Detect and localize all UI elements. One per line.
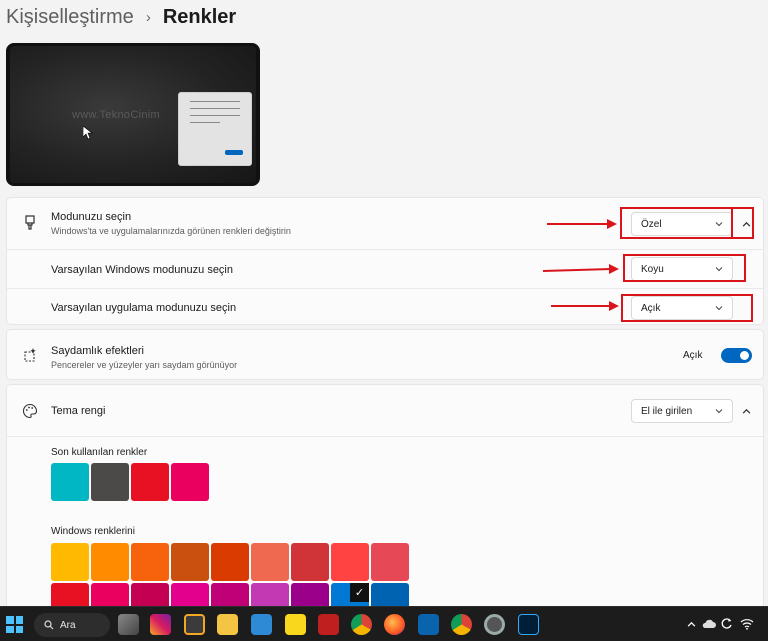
sync-icon[interactable] bbox=[720, 617, 733, 630]
transparency-toggle[interactable] bbox=[721, 348, 752, 363]
transparency-toggle-label: Açık bbox=[683, 350, 703, 361]
paintbrush-icon bbox=[25, 215, 35, 230]
windows-color-swatch[interactable] bbox=[91, 543, 129, 581]
task-view-icon[interactable] bbox=[118, 614, 139, 635]
windows-color-swatch[interactable] bbox=[291, 543, 329, 581]
checkmark-icon: ✓ bbox=[350, 583, 369, 602]
breadcrumb-separator: › bbox=[145, 8, 151, 26]
filezilla-icon[interactable] bbox=[318, 614, 339, 635]
windows-color-swatch[interactable] bbox=[331, 543, 369, 581]
recent-color-swatch[interactable] bbox=[171, 463, 209, 501]
taskbar: Ara bbox=[0, 606, 768, 641]
windows-color-swatch[interactable] bbox=[171, 543, 209, 581]
preview-button bbox=[225, 150, 243, 155]
windows-color-swatch[interactable] bbox=[251, 543, 289, 581]
windows-color-swatch[interactable] bbox=[211, 543, 249, 581]
transparency-title: Saydamlık efektleri bbox=[51, 345, 144, 357]
mail-icon[interactable] bbox=[251, 614, 272, 635]
chevron-up-icon bbox=[742, 408, 750, 414]
instagram-icon[interactable] bbox=[150, 614, 171, 635]
watermark: www.TeknoCinim bbox=[72, 109, 160, 121]
page-title: Renkler bbox=[162, 5, 237, 28]
start-icon[interactable] bbox=[6, 616, 23, 633]
windows-color-swatch[interactable] bbox=[371, 543, 409, 581]
annotation-arrow bbox=[542, 264, 619, 274]
cloud-icon[interactable] bbox=[702, 618, 716, 630]
chrome-icon[interactable] bbox=[351, 614, 372, 635]
windows-mode-title: Varsayılan Windows modunuzu seçin bbox=[51, 264, 233, 276]
file-explorer-icon[interactable] bbox=[217, 614, 238, 635]
preview-line bbox=[190, 122, 220, 123]
recent-color-swatch[interactable] bbox=[131, 463, 169, 501]
preview-desktop: www.TeknoCinim bbox=[10, 46, 256, 183]
windows-colors-label: Windows renklerini bbox=[51, 526, 135, 537]
annotation-arrow bbox=[547, 219, 617, 229]
outlook-icon[interactable] bbox=[418, 614, 439, 635]
chevron-up-icon[interactable] bbox=[687, 620, 696, 629]
mode-title: Modunuzu seçin bbox=[51, 211, 132, 223]
settings-icon[interactable] bbox=[484, 614, 505, 635]
accent-card: Tema rengi El ile girilen Son kullanılan… bbox=[6, 384, 764, 621]
taskbar-search-label: Ara bbox=[60, 619, 76, 631]
wifi-icon[interactable] bbox=[740, 617, 754, 630]
preview-line bbox=[190, 115, 240, 116]
search-icon bbox=[44, 620, 54, 630]
cursor-icon bbox=[83, 126, 93, 140]
windows-color-swatch[interactable] bbox=[131, 543, 169, 581]
photoshop-icon[interactable] bbox=[518, 614, 539, 635]
transparency-icon bbox=[24, 348, 36, 362]
chrome-profile-icon[interactable] bbox=[451, 614, 472, 635]
annotation-arrow bbox=[551, 301, 619, 311]
accent-title: Tema rengi bbox=[51, 405, 106, 417]
breadcrumb-parent[interactable]: Kişiselleştirme bbox=[6, 6, 134, 29]
preview-window bbox=[178, 92, 252, 166]
breadcrumb: Kişiselleştirme › Renkler bbox=[6, 4, 236, 30]
firefox-icon[interactable] bbox=[384, 614, 405, 635]
recent-color-swatch[interactable] bbox=[91, 463, 129, 501]
transparency-subtitle: Pencereler ve yüzeyler yarı saydam görün… bbox=[51, 360, 238, 370]
transparency-card: Saydamlık efektleri Pencereler ve yüzeyl… bbox=[6, 329, 764, 380]
accent-colors-section: Son kullanılan renkler Windows renklerin… bbox=[7, 436, 763, 621]
annotation-box bbox=[621, 294, 753, 322]
annotation-box bbox=[620, 207, 754, 239]
recent-colors-label: Son kullanılan renkler bbox=[51, 447, 148, 458]
preview-line bbox=[190, 108, 240, 109]
annotation-divider bbox=[731, 207, 733, 239]
windows-color-swatch[interactable] bbox=[51, 543, 89, 581]
accent-collapse-button[interactable] bbox=[735, 400, 757, 422]
taskbar-search[interactable]: Ara bbox=[34, 613, 110, 637]
accent-dropdown-value: El ile girilen bbox=[641, 405, 693, 417]
sticky-notes-icon[interactable] bbox=[285, 614, 306, 635]
preview-line bbox=[190, 101, 240, 102]
sublime-icon[interactable] bbox=[184, 614, 205, 635]
accent-dropdown[interactable]: El ile girilen bbox=[631, 399, 733, 423]
toggle-knob bbox=[740, 351, 749, 360]
annotation-box bbox=[623, 254, 746, 282]
palette-icon bbox=[22, 403, 38, 419]
app-mode-title: Varsayılan uygulama modunuzu seçin bbox=[51, 302, 237, 314]
chevron-down-icon bbox=[715, 409, 723, 414]
recent-color-swatch[interactable] bbox=[51, 463, 89, 501]
mode-subtitle: Windows'ta ve uygulamalarınızda görünen … bbox=[51, 226, 291, 236]
theme-preview: www.TeknoCinim bbox=[6, 43, 260, 186]
